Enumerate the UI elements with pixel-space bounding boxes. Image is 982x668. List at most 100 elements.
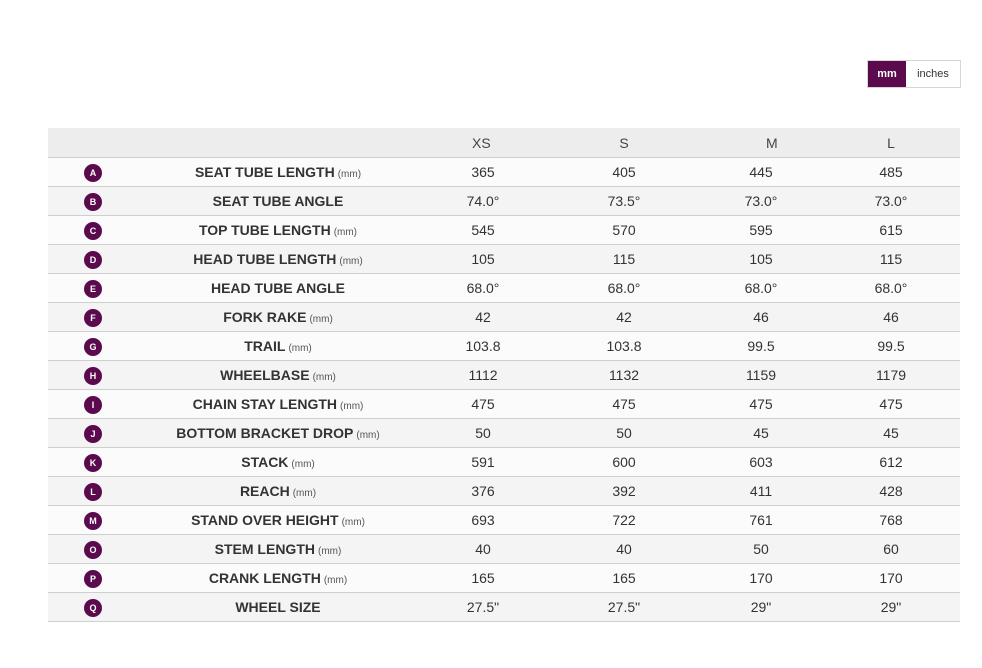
measurement-value-m: 29" [700, 592, 822, 622]
measurement-name: BOTTOM BRACKET DROP [176, 425, 354, 441]
header-size-m: M [700, 128, 822, 158]
row-letter-cell: C [48, 215, 138, 245]
row-letter-cell: F [48, 302, 138, 332]
measurement-value-m: 45 [700, 418, 822, 448]
measurement-value-m: 595 [700, 215, 822, 245]
measurement-unit: (mm) [340, 401, 364, 412]
measurement-unit: (mm) [356, 430, 380, 441]
measurement-unit: (mm) [292, 488, 317, 499]
measurement-value-s: 165 [548, 563, 700, 593]
measurement-value-xs: 591 [418, 447, 548, 477]
measurement-name-cell: TOP TUBE LENGTH (mm) [138, 215, 418, 245]
measurement-name: STAND OVER HEIGHT [191, 512, 339, 528]
measurement-value-xs: 103.8 [418, 331, 548, 361]
table-row: A SEAT TUBE LENGTH (mm) 365 405 445 485 [48, 157, 960, 187]
measurement-letter-badge: L [84, 482, 102, 501]
row-letter-cell: A [48, 157, 138, 187]
unit-mm-button[interactable]: mm [868, 61, 906, 87]
measurement-unit: (mm) [291, 459, 315, 470]
measurement-value-s: 68.0° [548, 273, 700, 303]
measurement-value-m: 1159 [700, 360, 822, 390]
measurement-value-xs: 74.0° [418, 186, 548, 216]
measurement-letter-badge: O [84, 540, 102, 559]
measurement-value-xs: 105 [418, 244, 548, 274]
row-letter-cell: O [48, 534, 138, 564]
measurement-name-cell: SEAT TUBE LENGTH (mm) [138, 157, 418, 187]
geometry-table: XS S M L A SEAT TUBE LENGTH (mm) 365 405 445 4… [48, 128, 960, 622]
measurement-name: STACK [241, 454, 289, 470]
measurement-name: REACH [239, 483, 290, 499]
table-row: H WHEELBASE (mm) 1112 1132 1159 1179 [48, 360, 960, 390]
measurement-letter-badge: P [84, 569, 102, 588]
measurement-letter-badge: E [84, 279, 102, 298]
table-row: F FORK RAKE (mm) 42 42 46 46 [48, 302, 960, 332]
row-letter-cell: M [48, 505, 138, 535]
table-row: L REACH (mm) 376 392 411 428 [48, 476, 960, 506]
measurement-value-s: 600 [548, 447, 700, 477]
table-row: D HEAD TUBE LENGTH (mm) 105 115 105 115 [48, 244, 960, 274]
header-letter [48, 128, 138, 158]
row-letter-cell: L [48, 476, 138, 506]
table-body: A SEAT TUBE LENGTH (mm) 365 405 445 485 B SEAT T… [48, 157, 960, 622]
measurement-name-cell: HEAD TUBE ANGLE [138, 273, 418, 303]
table-header-row: XS S M L [48, 128, 960, 158]
row-letter-cell: D [48, 244, 138, 274]
table-row: J BOTTOM BRACKET DROP (mm) 50 50 45 45 [48, 418, 960, 448]
measurement-value-l: 29" [822, 592, 960, 622]
measurement-value-xs: 68.0° [418, 273, 548, 303]
measurement-value-s: 73.5° [548, 186, 700, 216]
measurement-name-cell: STAND OVER HEIGHT (mm) [138, 505, 418, 535]
measurement-value-l: 99.5 [822, 331, 960, 361]
measurement-name: WHEEL SIZE [235, 599, 321, 615]
measurement-name-cell: SEAT TUBE ANGLE [138, 186, 418, 216]
measurement-name: SEAT TUBE LENGTH [194, 164, 335, 180]
measurement-value-xs: 475 [418, 389, 548, 419]
table-row: O STEM LENGTH (mm) 40 40 50 60 [48, 534, 960, 564]
table-row: B SEAT TUBE ANGLE 74.0° 73.5° 73.0° 73.0° [48, 186, 960, 216]
measurement-letter-badge: D [84, 250, 102, 269]
row-letter-cell: Q [48, 592, 138, 622]
measurement-value-l: 73.0° [822, 186, 960, 216]
measurement-name-cell: FORK RAKE (mm) [138, 302, 418, 332]
table-row: K STACK (mm) 591 600 603 612 [48, 447, 960, 477]
measurement-value-m: 99.5 [700, 331, 822, 361]
measurement-value-xs: 165 [418, 563, 548, 593]
measurement-value-l: 115 [822, 244, 960, 274]
row-letter-cell: E [48, 273, 138, 303]
header-size-s: S [548, 128, 700, 158]
measurement-value-s: 1132 [548, 360, 700, 390]
measurement-value-m: 411 [700, 476, 822, 506]
unit-inches-button[interactable]: inches [906, 61, 960, 87]
measurement-unit: (mm) [312, 372, 336, 383]
measurement-unit: (mm) [309, 314, 333, 325]
measurement-value-xs: 42 [418, 302, 548, 332]
measurement-name: SEAT TUBE ANGLE [212, 193, 344, 209]
measurement-value-l: 485 [822, 157, 960, 187]
measurement-name: CHAIN STAY LENGTH [192, 396, 338, 412]
measurement-letter-badge: F [84, 308, 102, 327]
measurement-value-xs: 27.5" [418, 592, 548, 622]
measurement-unit: (mm) [333, 227, 358, 238]
measurement-name: STEM LENGTH [214, 541, 315, 557]
measurement-name: WHEELBASE [220, 367, 310, 383]
measurement-value-m: 170 [700, 563, 822, 593]
row-letter-cell: P [48, 563, 138, 593]
measurement-value-xs: 693 [418, 505, 548, 535]
measurement-value-m: 68.0° [700, 273, 822, 303]
measurement-value-m: 105 [700, 244, 822, 274]
measurement-value-s: 115 [548, 244, 700, 274]
measurement-letter-badge: J [84, 424, 102, 443]
measurement-name: HEAD TUBE LENGTH [193, 251, 337, 267]
measurement-value-s: 50 [548, 418, 700, 448]
row-letter-cell: J [48, 418, 138, 448]
measurement-unit: (mm) [318, 546, 342, 557]
measurement-value-xs: 376 [418, 476, 548, 506]
measurement-name-cell: REACH (mm) [138, 476, 418, 506]
measurement-unit: (mm) [323, 575, 348, 586]
measurement-value-xs: 365 [418, 157, 548, 187]
measurement-name-cell: CRANK LENGTH (mm) [138, 563, 418, 593]
measurement-letter-badge: H [84, 366, 102, 385]
measurement-value-s: 42 [548, 302, 700, 332]
measurement-value-xs: 1112 [418, 360, 548, 390]
measurement-unit: (mm) [337, 169, 362, 180]
